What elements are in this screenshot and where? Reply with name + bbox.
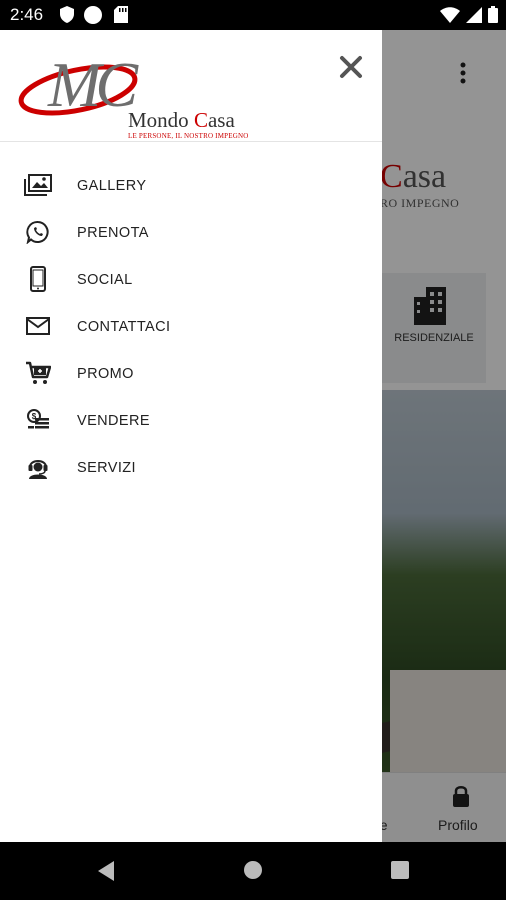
whatsapp-icon	[24, 219, 52, 245]
logo-monogram: MC	[48, 49, 138, 120]
system-navigation-bar	[0, 842, 506, 900]
circle-icon	[84, 6, 102, 24]
drawer-header: MC Mondo Casa LE PERSONE, IL NOSTRO IMPE…	[0, 30, 382, 142]
menu-label-vendere: VENDERE	[77, 413, 150, 429]
gallery-icon	[24, 172, 52, 198]
menu-item-servizi[interactable]: SERVIZI	[0, 444, 382, 491]
close-icon[interactable]	[336, 52, 366, 82]
menu-label-contattaci: CONTATTACI	[77, 319, 171, 335]
envelope-icon	[24, 313, 52, 339]
battery-icon	[488, 6, 498, 23]
logo-tagline: LE PERSONE, IL NOSTRO IMPEGNO	[128, 132, 249, 140]
menu-label-social: SOCIAL	[77, 272, 133, 288]
smartphone-icon	[24, 266, 52, 292]
support-agent-icon	[24, 454, 52, 480]
cart-icon	[24, 360, 52, 386]
menu-item-vendere[interactable]: $ VENDERE	[0, 397, 382, 444]
wifi-icon	[440, 6, 460, 23]
menu-item-promo[interactable]: PROMO	[0, 350, 382, 397]
status-time: 2:46	[10, 5, 44, 24]
logo-name: Mondo Casa	[128, 108, 235, 132]
status-bar: 2:46	[0, 0, 506, 30]
drawer-menu: GALLERY PRENOTA SOCIAL CONTATTACI PROMO	[0, 162, 382, 491]
shield-icon	[60, 6, 74, 23]
money-icon: $	[24, 407, 52, 433]
menu-label-prenota: PRENOTA	[77, 225, 149, 241]
menu-item-contattaci[interactable]: CONTATTACI	[0, 303, 382, 350]
menu-item-gallery[interactable]: GALLERY	[0, 162, 382, 209]
navigation-drawer: MC Mondo Casa LE PERSONE, IL NOSTRO IMPE…	[0, 30, 382, 842]
signal-icon	[466, 6, 482, 23]
menu-label-promo: PROMO	[77, 366, 134, 382]
sd-card-icon	[114, 6, 128, 23]
menu-label-servizi: SERVIZI	[77, 460, 136, 476]
menu-item-social[interactable]: SOCIAL	[0, 256, 382, 303]
menu-item-prenota[interactable]: PRENOTA	[0, 209, 382, 256]
back-icon[interactable]	[96, 860, 116, 882]
home-icon[interactable]	[243, 860, 263, 880]
recents-icon[interactable]	[390, 860, 410, 880]
mondo-casa-logo: MC Mondo Casa LE PERSONE, IL NOSTRO IMPE…	[18, 49, 258, 140]
menu-label-gallery: GALLERY	[77, 178, 147, 194]
